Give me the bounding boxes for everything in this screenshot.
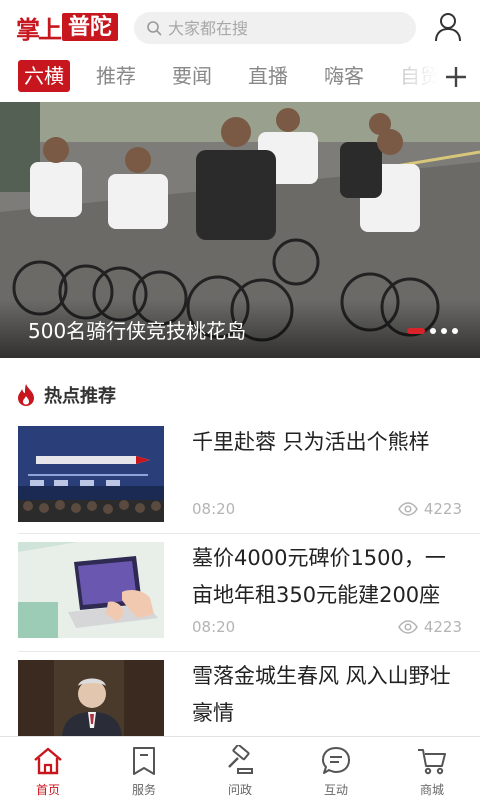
add-channel-button[interactable] xyxy=(438,56,474,98)
nav-label: 服务 xyxy=(131,783,156,797)
banner-carousel[interactable]: 500名骑行侠竞技桃花岛 xyxy=(0,102,480,358)
news-views: 4223 xyxy=(397,618,462,636)
news-item[interactable]: 墓价4000元碑价1500，一亩地年租350元能建200座 08:20 4223 xyxy=(0,542,480,642)
logo-text-part1: 掌上 xyxy=(16,14,62,44)
news-thumbnail xyxy=(18,660,164,736)
flame-icon xyxy=(18,384,34,406)
news-time: 08:20 xyxy=(192,500,236,518)
nav-label: 首页 xyxy=(35,783,60,797)
carousel-indicator xyxy=(407,328,458,334)
list-divider xyxy=(18,651,480,652)
nav-label: 商城 xyxy=(419,783,444,797)
nav-label: 互动 xyxy=(323,783,348,797)
news-views: 4223 xyxy=(397,500,462,518)
tab-liuheng[interactable]: 六横 xyxy=(18,60,70,92)
carousel-dot[interactable] xyxy=(441,328,447,334)
channel-tabs: 六横 推荐 要闻 直播 嗨客 自贸 xyxy=(0,56,480,98)
nav-home[interactable]: 首页 xyxy=(0,737,96,800)
news-item[interactable]: 千里赴蓉 只为活出个熊样 08:20 4223 xyxy=(0,424,480,524)
news-view-count: 4223 xyxy=(423,500,462,518)
news-item[interactable]: 雪落金城生春风 风入山野壮豪情 xyxy=(0,660,480,736)
news-title[interactable]: 千里赴蓉 只为活出个熊样 xyxy=(192,424,462,461)
list-divider xyxy=(18,533,480,534)
section-title: 热点推荐 xyxy=(44,386,116,407)
nav-interact[interactable]: 互动 xyxy=(288,737,384,800)
news-meta: 08:20 4223 xyxy=(192,618,462,636)
search-input[interactable] xyxy=(168,18,408,38)
plus-icon xyxy=(446,67,466,87)
news-title[interactable]: 雪落金城生春风 风入山野壮豪情 xyxy=(192,660,462,732)
bottom-navigation: 首页 服务 问政 互动 商城 xyxy=(0,736,480,800)
cart-icon xyxy=(418,749,446,775)
search-icon xyxy=(147,21,162,36)
tab-fade xyxy=(398,56,438,98)
bookmark-icon xyxy=(133,747,155,775)
tab-live[interactable]: 直播 xyxy=(248,60,288,92)
nav-inquiry[interactable]: 问政 xyxy=(192,737,288,800)
tab-recommend[interactable]: 推荐 xyxy=(96,60,136,92)
app-logo[interactable]: 掌上 普陀 xyxy=(16,12,119,44)
section-heading-hot: 热点推荐 xyxy=(16,380,116,410)
eye-icon xyxy=(397,502,418,516)
news-thumbnail xyxy=(18,426,164,522)
banner-caption[interactable]: 500名骑行侠竞技桃花岛 xyxy=(28,315,246,344)
eye-icon xyxy=(397,620,418,634)
nav-mall[interactable]: 商城 xyxy=(384,737,480,800)
carousel-dot[interactable] xyxy=(452,328,458,334)
user-icon[interactable] xyxy=(434,12,462,42)
logo-text-part2: 普陀 xyxy=(62,13,119,41)
news-title[interactable]: 墓价4000元碑价1500，一亩地年租350元能建200座 xyxy=(192,540,462,614)
home-icon xyxy=(34,747,62,775)
tab-hike[interactable]: 嗨客 xyxy=(324,60,364,92)
news-meta: 08:20 4223 xyxy=(192,500,462,518)
news-thumbnail xyxy=(18,542,164,638)
news-view-count: 4223 xyxy=(423,618,462,636)
app-header: 掌上 普陀 xyxy=(0,0,480,56)
chat-icon xyxy=(322,747,350,774)
search-bar[interactable] xyxy=(134,12,416,44)
tab-headlines[interactable]: 要闻 xyxy=(172,60,212,92)
news-time: 08:20 xyxy=(192,618,236,636)
gavel-icon xyxy=(228,745,253,774)
carousel-dot[interactable] xyxy=(430,328,436,334)
carousel-dot-active[interactable] xyxy=(407,328,425,334)
nav-label: 问政 xyxy=(227,783,252,797)
nav-service[interactable]: 服务 xyxy=(96,737,192,800)
